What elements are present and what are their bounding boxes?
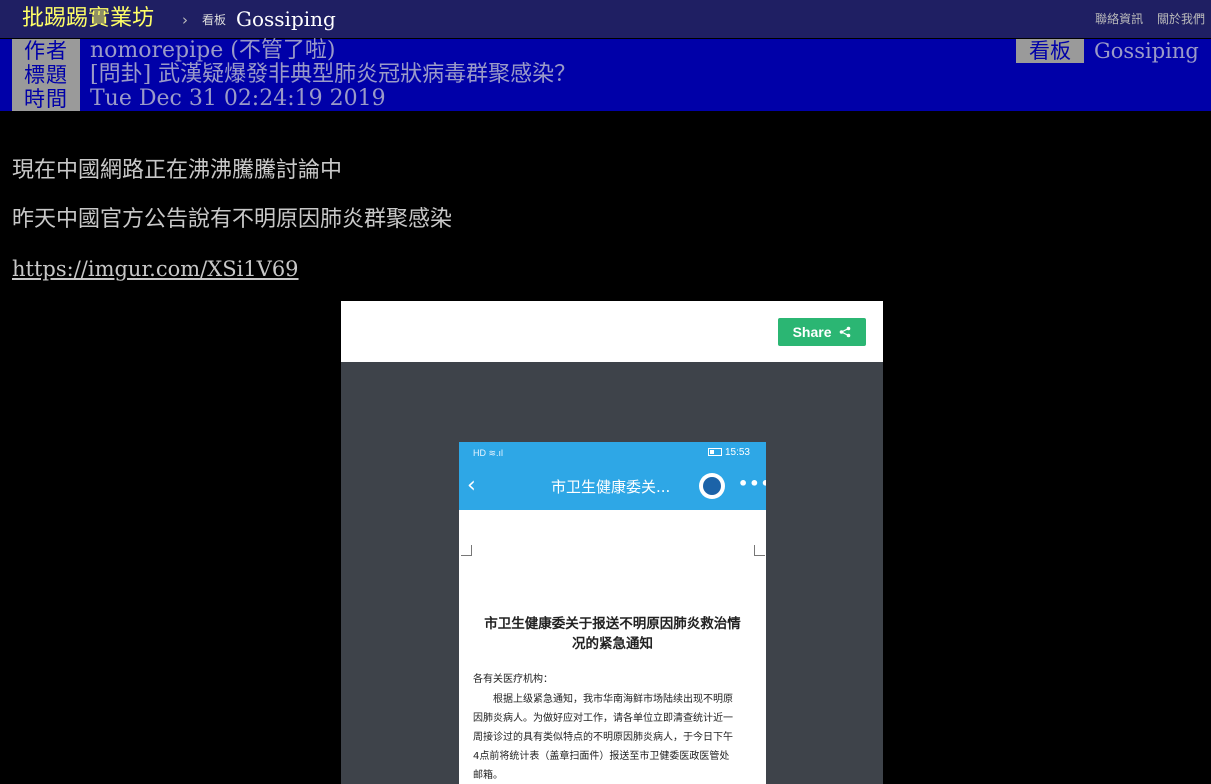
breadcrumb-board-link[interactable]: Gossiping: [236, 5, 336, 33]
meta-time-row: 時間 Tue Dec 31 02:24:19 2019: [0, 87, 1211, 111]
phone-screenshot-image: HD ≋.ıl 15:53 ‹ 市卫生健康委关... ••• 市卫生健康委关于报…: [459, 442, 766, 784]
embed-header: Share: [341, 301, 883, 362]
more-icon: •••: [738, 474, 766, 493]
about-link[interactable]: 關於我們: [1157, 12, 1205, 26]
embed-image-area: HD ≋.ıl 15:53 ‹ 市卫生健康委关... ••• 市卫生健康委关于报…: [341, 362, 883, 784]
site-header: 批踢踢實業坊 › 看板 Gossiping 聯絡資訊 關於我們: [0, 0, 1211, 38]
contact-link[interactable]: 聯絡資訊: [1095, 12, 1143, 26]
content-line: 昨天中國官方公告說有不明原因肺炎群聚感染: [12, 207, 453, 232]
meta-author-row: 作者 nomorepipe (不管了啦) 看板 Gossiping: [0, 39, 1211, 63]
breadcrumb-board-label: 看板: [202, 13, 227, 27]
author-tag: 作者: [12, 39, 80, 63]
phone-nav-bar: ‹ 市卫生健康委关... •••: [459, 464, 766, 510]
imgur-link[interactable]: https://imgur.com/XSi1V69: [12, 254, 299, 284]
crop-corner-mark: [461, 545, 472, 556]
signal-indicator: HD ≋.ıl: [473, 448, 504, 458]
notice-salutation: 各有关医疗机构：: [473, 674, 553, 685]
title-tag: 標題: [12, 63, 80, 87]
breadcrumb-separator: ›: [182, 11, 188, 29]
phone-nav-title: 市卫生健康委关...: [551, 478, 671, 496]
notice-title-line: 况的紧急通知: [572, 636, 653, 652]
phone-status-bar: HD ≋.ıl 15:53: [459, 442, 766, 464]
battery-icon: [707, 448, 722, 457]
notice-body-line: 邮箱。: [473, 770, 503, 781]
board-value: Gossiping: [1094, 39, 1199, 63]
globe-icon: [699, 473, 725, 499]
meta-title-row: 標題 [問卦] 武漢疑爆發非典型肺炎冠狀病毒群聚感染？: [0, 63, 1211, 87]
title-value: [問卦] 武漢疑爆發非典型肺炎冠狀病毒群聚感染？: [90, 62, 577, 87]
notice-body-line: 周接诊过的具有类似特点的不明原因肺炎病人，于今日下午: [473, 732, 733, 743]
site-title-link[interactable]: 批踢踢實業坊: [22, 4, 154, 34]
top-links: 聯絡資訊 關於我們: [1085, 10, 1205, 28]
notice-body: 根据上级紧急通知，我市华南海鲜市场陆续出现不明原 因肺炎病人。为做好应对工作，请…: [473, 690, 759, 784]
notice-body-line: 根据上级紧急通知，我市华南海鲜市场陆续出现不明原: [473, 694, 733, 705]
status-time-group: 15:53: [707, 447, 750, 459]
imgur-embed: Share HD ≋.ıl 15:53 ‹ 市卫生健康委关... •• 市卫生健…: [341, 301, 883, 784]
notice-body-line: 4点前将统计表（盖章扫面件）报送至市卫健委医政医管处: [473, 751, 730, 762]
share-icon: [839, 319, 851, 347]
article-meta: 作者 nomorepipe (不管了啦) 看板 Gossiping 標題 [問卦…: [0, 39, 1211, 111]
notice-body-line: 因肺炎病人。为做好应对工作，请各单位立即清查统计近一: [473, 713, 733, 724]
board-tag: 看板: [1016, 39, 1084, 63]
content-line: 現在中國網路正在沸沸騰騰討論中: [12, 158, 343, 183]
back-icon: ‹: [467, 473, 476, 498]
time-tag: 時間: [12, 87, 80, 111]
status-time: 15:53: [724, 447, 750, 458]
author-value: nomorepipe (不管了啦): [90, 38, 336, 63]
share-label: Share: [792, 324, 832, 340]
share-button[interactable]: Share: [778, 318, 866, 346]
time-value: Tue Dec 31 02:24:19 2019: [90, 86, 386, 111]
notice-title-line: 市卫生健康委关于报送不明原因肺炎救治情: [484, 616, 741, 632]
crop-corner-mark: [754, 545, 765, 556]
notice-title: 市卫生健康委关于报送不明原因肺炎救治情 况的紧急通知: [459, 614, 766, 654]
